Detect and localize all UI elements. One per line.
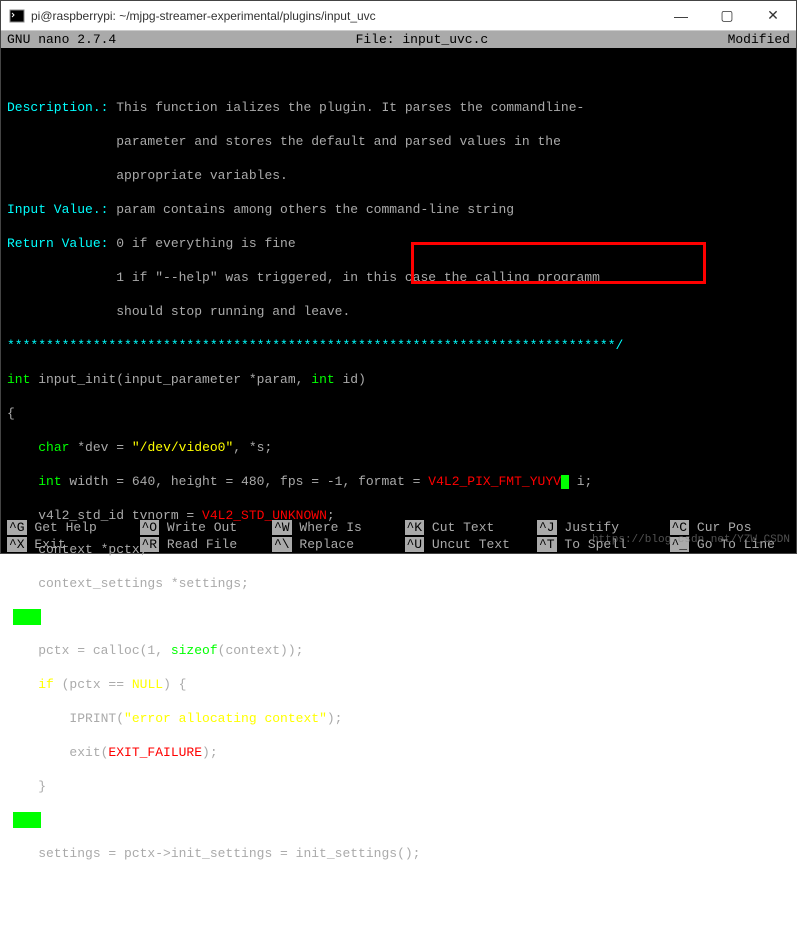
nano-statusbar: GNU nano 2.7.4 File: input_uvc.c Modifie… [1, 31, 796, 48]
shortcut-label: Cut Text [424, 520, 494, 535]
minimize-button[interactable]: — [658, 1, 704, 30]
watermark: https://blog.csdn.net/YZW_CSDN [592, 532, 790, 549]
shortcut-label: Replace [292, 537, 354, 552]
terminal-area[interactable]: GNU nano 2.7.4 File: input_uvc.c Modifie… [1, 31, 796, 553]
maximize-button[interactable]: ▢ [704, 1, 750, 30]
selection-block [13, 609, 41, 625]
cursor [561, 475, 569, 489]
shortcut-label: Uncut Text [424, 537, 510, 552]
shortcut-item: ^O Write Out [134, 519, 267, 536]
shortcut-key: ^O [140, 520, 160, 535]
shortcut-item: ^W Where Is [266, 519, 399, 536]
shortcut-key: ^K [405, 520, 425, 535]
shortcut-key: ^R [140, 537, 160, 552]
shortcut-key: ^X [7, 537, 27, 552]
shortcut-label: Read File [159, 537, 237, 552]
close-button[interactable]: ✕ [750, 1, 796, 30]
window-titlebar: pi@raspberrypi: ~/mjpg-streamer-experime… [1, 1, 796, 31]
shortcut-label: Get Help [27, 520, 97, 535]
selection-block [13, 812, 41, 828]
shortcut-item: ^\ Replace [266, 536, 399, 553]
shortcut-key: ^T [537, 537, 557, 552]
shortcut-item: ^U Uncut Text [399, 536, 532, 553]
shortcut-key: ^\ [272, 537, 292, 552]
shortcut-label: Exit [27, 537, 66, 552]
window-controls: — ▢ ✕ [658, 1, 796, 30]
window-title: pi@raspberrypi: ~/mjpg-streamer-experime… [31, 9, 658, 23]
shortcut-item: ^G Get Help [1, 519, 134, 536]
file-name: File: input_uvc.c [122, 31, 721, 48]
modified-indicator: Modified [722, 31, 796, 48]
editor-content[interactable]: Description.: This function ializes the … [1, 48, 796, 930]
shortcut-label: Write Out [159, 520, 237, 535]
shortcut-item: ^X Exit [1, 536, 134, 553]
nano-version: GNU nano 2.7.4 [1, 31, 122, 48]
shortcut-key: ^W [272, 520, 292, 535]
shortcut-item: ^R Read File [134, 536, 267, 553]
shortcut-key: ^U [405, 537, 425, 552]
shortcut-item: ^K Cut Text [399, 519, 532, 536]
shortcut-key: ^J [537, 520, 557, 535]
terminal-icon [9, 8, 25, 24]
shortcut-label: Where Is [292, 520, 362, 535]
shortcut-key: ^G [7, 520, 27, 535]
